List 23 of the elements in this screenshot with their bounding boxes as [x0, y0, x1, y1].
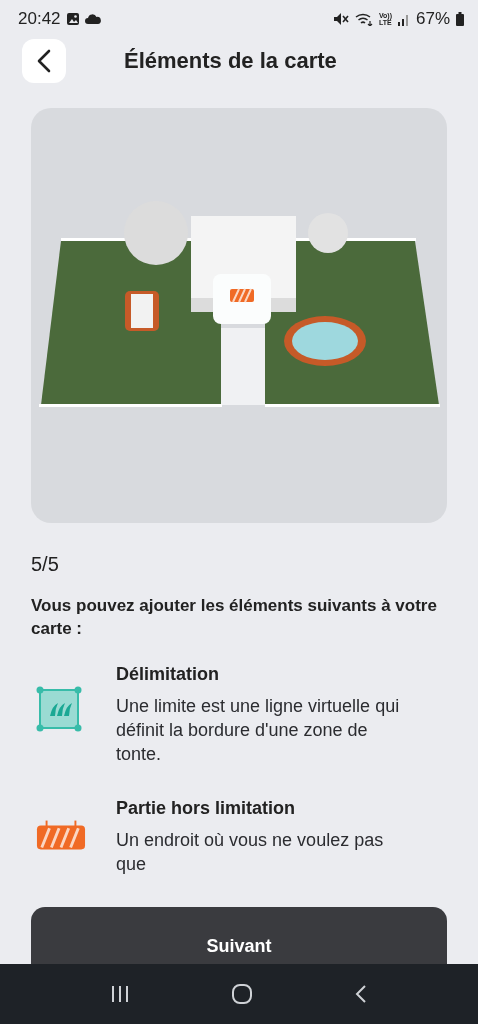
back-button[interactable] [22, 39, 66, 83]
battery-icon [456, 12, 464, 26]
next-button[interactable]: Suivant [31, 907, 447, 964]
cloud-icon [84, 14, 101, 24]
boundary-icon [36, 686, 82, 732]
back-icon [37, 49, 51, 73]
image-icon [65, 12, 80, 26]
signal-icon [397, 12, 410, 26]
mute-icon [332, 12, 349, 26]
element-description: Une limite est une ligne virtuelle qui définit la bordure d'une zone de tonte. [116, 695, 401, 766]
recent-apps-icon[interactable] [110, 985, 131, 1003]
back-icon[interactable] [353, 984, 368, 1004]
step-counter: 5/5 [31, 553, 60, 576]
home-icon[interactable] [231, 983, 253, 1005]
intro-text: Vous pouvez ajouter les éléments suivants à votre carte : [31, 595, 438, 640]
element-title: Partie hors limitation [116, 798, 297, 819]
barrier-icon [36, 820, 86, 850]
clock-time: 20:42 [18, 9, 61, 29]
battery-percent: 67% [415, 9, 450, 29]
element-description: Un endroit où vous ne voulez pas que [116, 829, 385, 876]
wifi-icon [354, 12, 373, 26]
screen-title: Éléments de la carte [124, 48, 337, 74]
element-title: Délimitation [116, 664, 220, 685]
